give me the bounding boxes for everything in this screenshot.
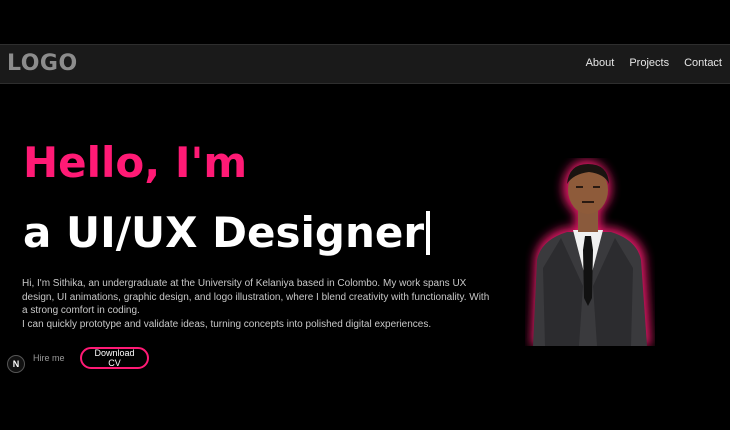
bio-text: Hi, I'm Sithika, an undergraduate at the…: [22, 277, 497, 331]
bio-paragraph-1: Hi, I'm Sithika, an undergraduate at the…: [22, 278, 490, 316]
nav-about-link[interactable]: About: [586, 57, 615, 69]
bio-paragraph-2: I can quickly prototype and validate ide…: [22, 318, 432, 330]
nav-contact-link[interactable]: Contact: [684, 57, 722, 69]
logo[interactable]: LOGO: [7, 51, 78, 76]
top-navbar: LOGO About Projects Contact: [0, 44, 730, 84]
typing-cursor: [426, 211, 431, 255]
nav-links: About Projects Contact: [571, 57, 722, 69]
nav-projects-link[interactable]: Projects: [629, 57, 669, 69]
hero-role-text: a UI/UX Designer: [23, 208, 425, 257]
download-cv-button[interactable]: Download CV: [80, 347, 149, 369]
hire-me-link[interactable]: Hire me: [33, 353, 65, 363]
hero-role: a UI/UX Designer: [23, 208, 431, 257]
hero-greeting: Hello, I'm: [23, 138, 248, 187]
profile-portrait: [531, 160, 651, 346]
nextjs-badge-icon[interactable]: N: [7, 355, 25, 373]
